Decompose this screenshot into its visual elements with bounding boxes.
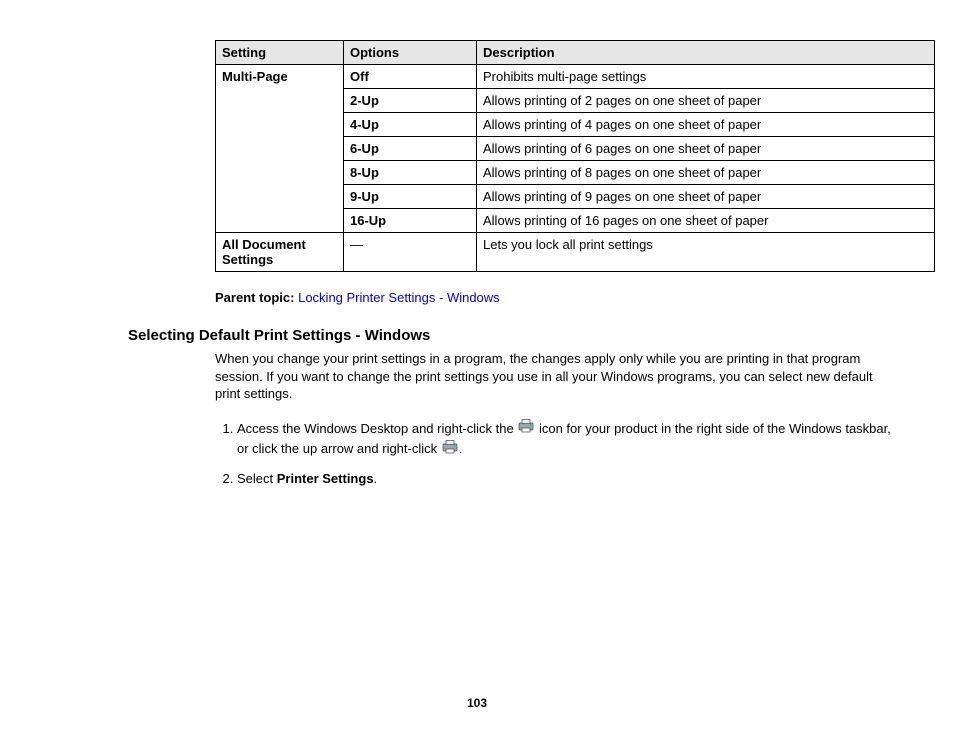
cell-option: 8-Up — [344, 161, 477, 185]
step-bold: Printer Settings — [277, 471, 374, 486]
cell-desc: Allows printing of 9 pages on one sheet … — [477, 185, 935, 209]
section-heading: Selecting Default Print Settings - Windo… — [128, 327, 894, 344]
parent-topic-link[interactable]: Locking Printer Settings - Windows — [298, 290, 500, 305]
cell-option: — — [344, 233, 477, 272]
cell-option: 4-Up — [344, 113, 477, 137]
printer-icon — [442, 440, 458, 460]
step-text: Select — [237, 471, 277, 486]
steps-list: Access the Windows Desktop and right-cli… — [215, 419, 894, 489]
col-setting: Setting — [216, 41, 344, 65]
step-text: . — [374, 471, 378, 486]
printer-icon — [518, 419, 534, 439]
parent-topic: Parent topic: Locking Printer Settings -… — [215, 290, 894, 305]
col-description: Description — [477, 41, 935, 65]
cell-option: 2-Up — [344, 89, 477, 113]
cell-desc: Allows printing of 2 pages on one sheet … — [477, 89, 935, 113]
step-text: . — [459, 441, 463, 456]
table-row: All Document Settings — Lets you lock al… — [216, 233, 935, 272]
intro-paragraph: When you change your print settings in a… — [215, 350, 884, 403]
table-row: Multi-Page Off Prohibits multi-page sett… — [216, 65, 935, 89]
cell-setting: All Document Settings — [216, 233, 344, 272]
settings-table: Setting Options Description Multi-Page O… — [215, 40, 935, 272]
cell-desc: Lets you lock all print settings — [477, 233, 935, 272]
parent-topic-label: Parent topic: — [215, 290, 294, 305]
step-2: Select Printer Settings. — [237, 469, 894, 489]
step-text: Access the Windows Desktop and right-cli… — [237, 421, 517, 436]
cell-desc: Allows printing of 16 pages on one sheet… — [477, 209, 935, 233]
cell-option: Off — [344, 65, 477, 89]
cell-desc: Allows printing of 4 pages on one sheet … — [477, 113, 935, 137]
cell-option: 16-Up — [344, 209, 477, 233]
cell-desc: Allows printing of 6 pages on one sheet … — [477, 137, 935, 161]
step-1: Access the Windows Desktop and right-cli… — [237, 419, 894, 460]
page-number: 103 — [0, 696, 954, 710]
col-options: Options — [344, 41, 477, 65]
cell-desc: Prohibits multi-page settings — [477, 65, 935, 89]
cell-setting: Multi-Page — [216, 65, 344, 233]
cell-option: 9-Up — [344, 185, 477, 209]
cell-option: 6-Up — [344, 137, 477, 161]
cell-desc: Allows printing of 8 pages on one sheet … — [477, 161, 935, 185]
